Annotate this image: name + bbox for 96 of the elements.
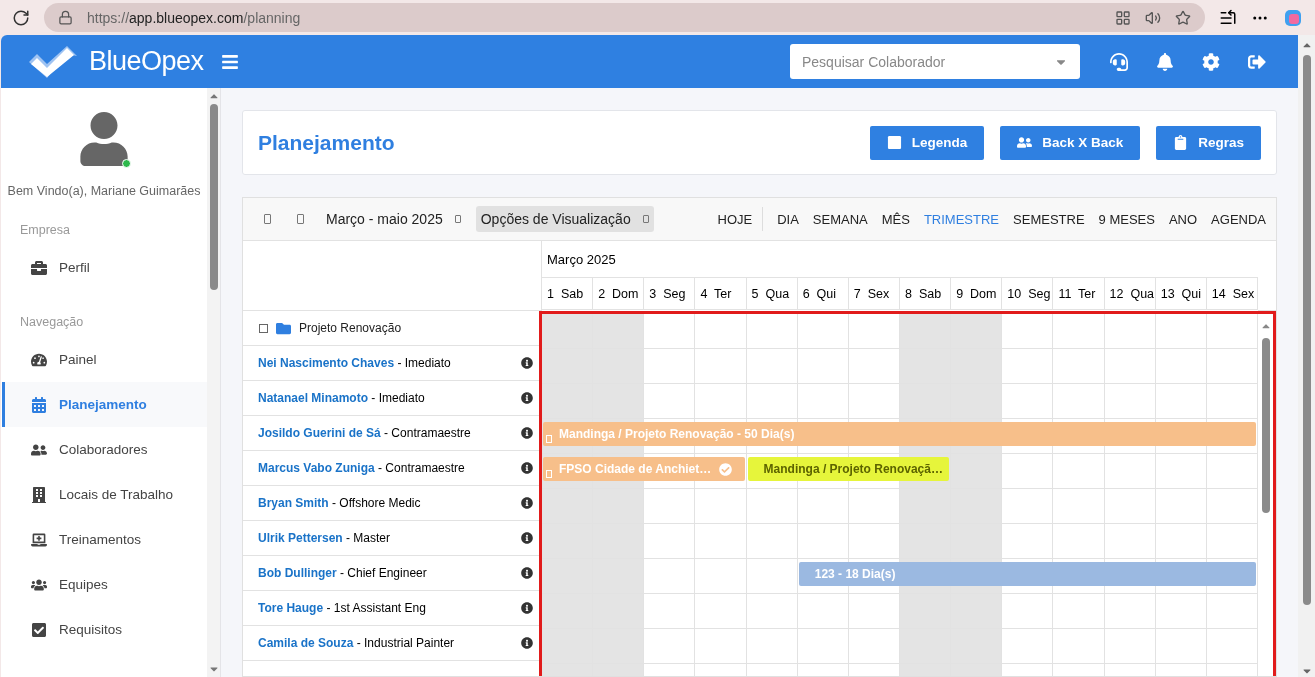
scrollbar-thumb[interactable] bbox=[209, 104, 218, 290]
person-label[interactable]: Nei Nascimento Chaves - Imediato bbox=[258, 356, 451, 370]
welcome-text: Bem Vindo(a), Mariane Guimarães bbox=[6, 184, 202, 198]
settings-icon[interactable] bbox=[1202, 52, 1220, 71]
day-header: 7 Sex bbox=[848, 278, 900, 309]
button-icon bbox=[886, 135, 902, 150]
view-tab[interactable]: SEMESTRE bbox=[1013, 211, 1085, 227]
dropdown-icon bbox=[642, 214, 649, 224]
dropdown-icon bbox=[454, 214, 461, 224]
logo-icon bbox=[27, 44, 79, 79]
logout-icon[interactable] bbox=[1248, 52, 1266, 71]
view-tab[interactable]: 9 MESES bbox=[1098, 211, 1155, 227]
menu-icon[interactable] bbox=[221, 52, 239, 71]
sidebar-item[interactable]: Treinamentos bbox=[2, 517, 208, 562]
info-icon[interactable] bbox=[521, 427, 533, 439]
info-icon[interactable] bbox=[521, 392, 533, 404]
section-title: Empresa bbox=[20, 223, 71, 237]
favorites-icon[interactable] bbox=[1219, 8, 1237, 27]
menu-item-icon bbox=[31, 396, 47, 413]
scrollbar-thumb[interactable] bbox=[1302, 55, 1311, 605]
lock-icon bbox=[58, 10, 73, 25]
month-label: Março 2025 bbox=[542, 241, 1258, 278]
apps-icon[interactable] bbox=[1115, 9, 1131, 26]
view-tab[interactable]: ANO bbox=[1168, 211, 1198, 227]
sidebar-item[interactable]: Colaboradores bbox=[2, 427, 208, 472]
sidebar-item[interactable]: Locais de Trabalho bbox=[2, 472, 208, 517]
folder-icon bbox=[276, 320, 291, 336]
day-header: 6 Qui bbox=[797, 278, 849, 309]
headset-icon[interactable] bbox=[1110, 52, 1128, 71]
day-header: 13 Qui bbox=[1155, 278, 1207, 309]
person-label[interactable]: Natanael Minamoto - Imediato bbox=[258, 391, 425, 405]
sidebar-item[interactable]: Planejamento bbox=[2, 382, 208, 427]
view-tab[interactable]: SEMANA bbox=[812, 211, 868, 227]
info-icon[interactable] bbox=[521, 462, 533, 474]
info-icon[interactable] bbox=[521, 602, 533, 614]
info-icon[interactable] bbox=[521, 567, 533, 579]
person-label[interactable]: Tore Hauge - 1st Assistant Eng bbox=[258, 601, 426, 615]
sidebar-item[interactable]: Equipes bbox=[2, 562, 208, 607]
toolbar-button[interactable]: Legenda bbox=[869, 125, 985, 160]
button-icon bbox=[1017, 135, 1033, 150]
day-header: 14 Sex bbox=[1206, 278, 1258, 309]
scrollbar-thumb[interactable] bbox=[1261, 338, 1270, 513]
day-header: 3 Seg bbox=[644, 278, 696, 309]
menu-item-icon bbox=[31, 621, 47, 638]
notification-icon[interactable] bbox=[1156, 52, 1174, 71]
person-label[interactable]: Camila de Souza - Industrial Painter bbox=[258, 636, 455, 650]
collapse-icon[interactable] bbox=[259, 323, 268, 333]
sidebar-item[interactable]: Requisitos bbox=[2, 607, 208, 652]
day-header: 1 Sab bbox=[542, 278, 594, 309]
section-title: Navegação bbox=[20, 315, 84, 329]
person-label[interactable]: Bryan Smith - Offshore Medic bbox=[258, 496, 421, 510]
logo-text: BlueOpex bbox=[89, 46, 204, 77]
view-tab[interactable]: MÊS bbox=[881, 211, 910, 227]
info-icon[interactable] bbox=[521, 497, 533, 509]
page-title: Planejamento bbox=[258, 130, 395, 155]
day-header: 11 Ter bbox=[1053, 278, 1105, 309]
url-text: https://app.blueopex.com/planning bbox=[87, 9, 301, 26]
view-tab[interactable]: TRIMESTRE bbox=[923, 211, 1000, 227]
assistant-icon[interactable] bbox=[1283, 7, 1303, 28]
menu-item-icon bbox=[31, 531, 47, 548]
menu-item-icon bbox=[31, 351, 47, 368]
day-header: 9 Dom bbox=[951, 278, 1003, 309]
toolbar-button[interactable]: Back X Back bbox=[1000, 125, 1141, 160]
today-button[interactable]: HOJE bbox=[717, 211, 753, 227]
button-icon bbox=[1173, 135, 1189, 150]
person-label[interactable]: Marcus Vabo Zuniga - Contramaestre bbox=[258, 461, 465, 475]
day-header: 2 Dom bbox=[593, 278, 645, 309]
day-header: 12 Qua bbox=[1104, 278, 1156, 309]
info-icon[interactable] bbox=[521, 357, 533, 369]
info-icon[interactable] bbox=[521, 637, 533, 649]
view-tab[interactable]: AGENDA bbox=[1211, 211, 1266, 227]
menu-item-icon bbox=[31, 259, 47, 276]
day-header: 10 Seg bbox=[1002, 278, 1054, 309]
previous-icon bbox=[264, 214, 271, 224]
day-header: 4 Ter bbox=[695, 278, 747, 309]
schedule-bar[interactable]: Mandinga / Projeto Renovaçã… bbox=[747, 457, 950, 481]
info-icon[interactable] bbox=[521, 532, 533, 544]
sidebar-item[interactable]: Painel bbox=[2, 337, 208, 382]
person-label[interactable]: Josildo Guerini de Sá - Contramaestre bbox=[258, 426, 471, 440]
person-label[interactable]: Bob Dullinger - Chief Engineer bbox=[258, 566, 427, 580]
view-tab[interactable]: DIA bbox=[777, 211, 799, 227]
read-aloud-icon[interactable] bbox=[1145, 9, 1161, 26]
toolbar-button[interactable]: Regras bbox=[1156, 125, 1261, 160]
next-icon bbox=[297, 214, 304, 224]
favorite-icon[interactable] bbox=[1175, 9, 1191, 26]
range-dropdown[interactable]: Março - maio 2025 bbox=[321, 206, 466, 232]
day-header: 5 Qua bbox=[746, 278, 798, 309]
person-label[interactable]: Ulrik Pettersen - Master bbox=[258, 531, 391, 545]
view-options-button[interactable]: Opções de Visualização bbox=[475, 206, 654, 232]
search-field[interactable]: Pesquisar Colaborador bbox=[790, 44, 1080, 79]
sidebar-item[interactable]: Perfil bbox=[2, 245, 208, 290]
group-name: Projeto Renovação bbox=[299, 321, 402, 335]
reload-icon[interactable] bbox=[12, 8, 30, 27]
menu-item-icon bbox=[31, 486, 47, 503]
address-bar[interactable]: https://app.blueopex.com/planning bbox=[44, 3, 1205, 32]
day-header: 8 Sab bbox=[900, 278, 952, 309]
